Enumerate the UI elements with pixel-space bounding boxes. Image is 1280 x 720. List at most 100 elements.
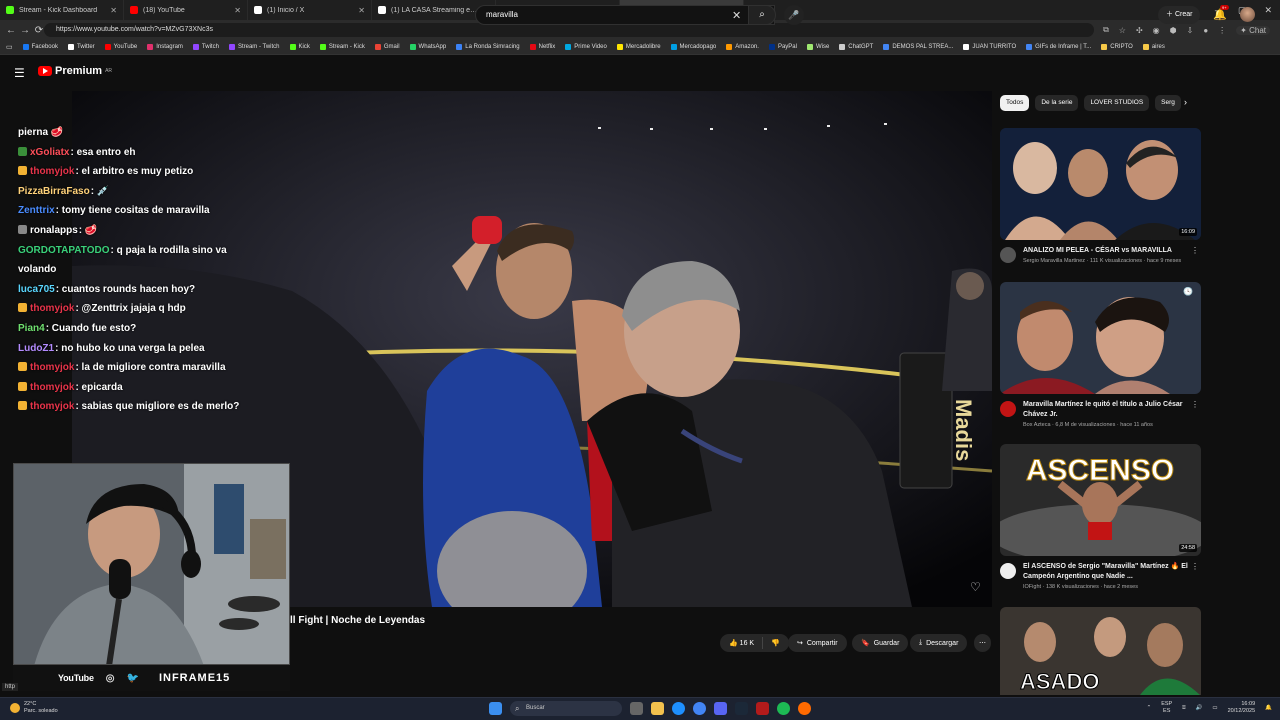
bookmark-item[interactable]: Prime Video [565, 44, 607, 50]
recommendation-item[interactable]: 🕓 Maravilla Martínez le quitó el título … [1000, 282, 1201, 428]
bookmark-star-icon[interactable]: ☆ [1119, 26, 1126, 35]
recommendation-item[interactable]: ASCENSO 24:58 El ASCENSO de Sergio "Mara… [1000, 444, 1201, 590]
filter-chip[interactable]: De la serie [1035, 95, 1079, 111]
close-tab-icon[interactable]: ✕ [110, 6, 117, 15]
watch-later-icon[interactable]: 🕓 [1181, 286, 1195, 297]
more-options-icon[interactable]: ⋮ [1191, 562, 1199, 571]
close-tab-icon[interactable]: ✕ [358, 6, 365, 15]
obs-icon[interactable] [798, 702, 811, 715]
discord-icon[interactable] [714, 702, 727, 715]
channel-name[interactable]: IOFight [1023, 584, 1041, 590]
edge-icon[interactable] [672, 702, 685, 715]
chatgpt-extension[interactable]: ✦ Chat [1236, 25, 1270, 35]
bookmark-item[interactable]: Stream - Kick [319, 44, 365, 50]
channel-name[interactable]: Box Azteca [1023, 422, 1051, 428]
dislike-icon[interactable]: 👎 [771, 639, 780, 647]
create-button[interactable]: ＋ Crear [1158, 6, 1201, 24]
youtube-premium-logo[interactable]: Premium AR [38, 65, 112, 77]
bookmark-item[interactable]: DEMOS PAL STREA... [883, 44, 953, 50]
browser-tab[interactable]: Stream - Kick Dashboard ✕ [0, 0, 124, 20]
bookmark-item[interactable]: Gmail [374, 44, 400, 50]
browser-tab[interactable]: (18) YouTube ✕ [124, 0, 248, 20]
clock[interactable]: 16:09 20/12/2025 [1228, 701, 1256, 715]
video-thumbnail[interactable]: 16:09 [1000, 128, 1201, 240]
like-button[interactable]: 👍 16 K [729, 639, 754, 647]
channel-name[interactable]: Sergio Maravilla Martinez [1023, 258, 1085, 264]
url-input[interactable]: https://www.youtube.com/watch?v=MZvG73XN… [44, 23, 1094, 37]
battery-icon[interactable]: ▭ [1212, 705, 1217, 711]
filter-chip[interactable]: Serg [1155, 95, 1181, 111]
more-options-icon[interactable]: ⋮ [1191, 400, 1199, 409]
recommendation-title[interactable]: El ASCENSO de Sergio "Maravilla" Martíne… [1023, 562, 1201, 582]
channel-avatar[interactable] [1000, 401, 1016, 417]
bookmark-item[interactable]: Mercadolibre [616, 44, 661, 50]
install-icon[interactable]: ⧉ [1103, 25, 1109, 35]
close-window-button[interactable]: ✕ [1264, 5, 1272, 16]
bookmark-item[interactable]: Twitch [192, 44, 219, 50]
spotify-icon[interactable] [777, 702, 790, 715]
share-button[interactable]: ↪ Compartir [788, 634, 847, 652]
extensions-icon[interactable]: ✣ [1136, 26, 1143, 35]
bookmark-item[interactable]: Kick [289, 44, 310, 50]
bookmark-item[interactable]: Wise [806, 44, 829, 50]
video-thumbnail[interactable]: 🕓 [1000, 282, 1201, 394]
bookmark-item[interactable]: YouTube [104, 44, 137, 50]
channel-avatar[interactable] [1000, 563, 1016, 579]
download-button[interactable]: ⤓ Descargar [910, 634, 968, 652]
download-icon[interactable]: ⇩ [1187, 26, 1194, 35]
bookmark-item[interactable]: ChatGPT [839, 44, 873, 50]
bookmark-item[interactable]: Netflix [529, 44, 555, 50]
bookmarks-icon[interactable]: ▭ [6, 43, 13, 51]
task-view-icon[interactable] [630, 702, 643, 715]
account-avatar[interactable] [1240, 7, 1255, 22]
bookmark-item[interactable]: Amazon. [726, 44, 759, 50]
volume-icon[interactable]: 🔊 [1196, 705, 1203, 711]
file-explorer-icon[interactable] [651, 702, 664, 715]
clear-search-icon[interactable]: ✕ [732, 9, 741, 22]
chevron-right-icon[interactable]: › [1184, 97, 1187, 107]
forward-icon[interactable]: → [18, 25, 32, 36]
video-thumbnail[interactable]: ASADO [1000, 607, 1201, 695]
notifications-bell-icon[interactable]: 🔔 9+ [1213, 5, 1229, 21]
windows-start-icon[interactable] [489, 702, 502, 715]
bookmark-item[interactable]: CRIPTO [1101, 44, 1133, 50]
video-thumbnail[interactable]: ASCENSO 24:58 [1000, 444, 1201, 556]
recommendation-item[interactable]: 16:09 ANALIZO MI PELEA - CÉSAR vs MARAVI… [1000, 128, 1201, 264]
profile-icon[interactable]: ● [1203, 26, 1208, 35]
voice-search-button[interactable]: 🎤 [784, 5, 804, 25]
bookmark-item[interactable]: GIFs de Inframe | T... [1026, 44, 1091, 50]
filter-chip[interactable]: LOVER STUDIOS [1084, 95, 1150, 111]
taskbar-search[interactable]: Buscar [510, 701, 622, 716]
extension2-icon[interactable]: ⬢ [1170, 26, 1177, 35]
bookmark-item[interactable]: Instagram [147, 44, 183, 50]
menu-icon[interactable]: ⋮ [1218, 26, 1226, 35]
bookmark-item[interactable]: aires [1142, 44, 1165, 50]
bookmark-item[interactable]: Facebook [22, 44, 58, 50]
bookmark-item[interactable]: Mercadopago [670, 44, 716, 50]
bookmark-item[interactable]: PayPal [768, 44, 797, 50]
hamburger-menu-icon[interactable]: ☰ [14, 66, 25, 80]
app-icon[interactable] [756, 702, 769, 715]
bookmark-item[interactable]: Twitter [67, 44, 95, 50]
extension-icon[interactable]: ◉ [1153, 26, 1160, 35]
language-indicator[interactable]: ESP ES [1161, 701, 1172, 715]
notification-center-icon[interactable]: 🔔 [1265, 705, 1272, 711]
recommendation-title[interactable]: Maravilla Martínez le quitó el título a … [1023, 400, 1201, 420]
weather-widget[interactable]: 22°C Parc. soleado [10, 701, 58, 715]
filter-chip[interactable]: Todos [1000, 95, 1030, 111]
recommendation-item[interactable]: ASADO [1000, 607, 1201, 695]
more-actions-button[interactable]: ⋯ [974, 634, 991, 652]
recommendation-title[interactable]: ANALIZO MI PELEA - CÉSAR vs MARAVILLA [1023, 246, 1201, 256]
steam-icon[interactable] [735, 702, 748, 715]
save-button[interactable]: 🔖 Guardar [852, 634, 909, 652]
browser-tab[interactable]: (1) Inicio / X ✕ [248, 0, 372, 20]
search-button[interactable]: ⌕ [748, 5, 776, 25]
network-icon[interactable]: ⌸ [1182, 705, 1185, 712]
close-tab-icon[interactable]: ✕ [234, 6, 241, 15]
more-options-icon[interactable]: ⋮ [1191, 246, 1199, 255]
bookmark-item[interactable]: WhatsApp [409, 44, 446, 50]
bookmark-item[interactable]: JUAN TURRITO [963, 44, 1016, 50]
channel-avatar[interactable] [1000, 247, 1016, 263]
chevron-up-icon[interactable]: ⌃ [1147, 705, 1152, 711]
bookmark-item[interactable]: Stream - Twitch [228, 44, 280, 50]
